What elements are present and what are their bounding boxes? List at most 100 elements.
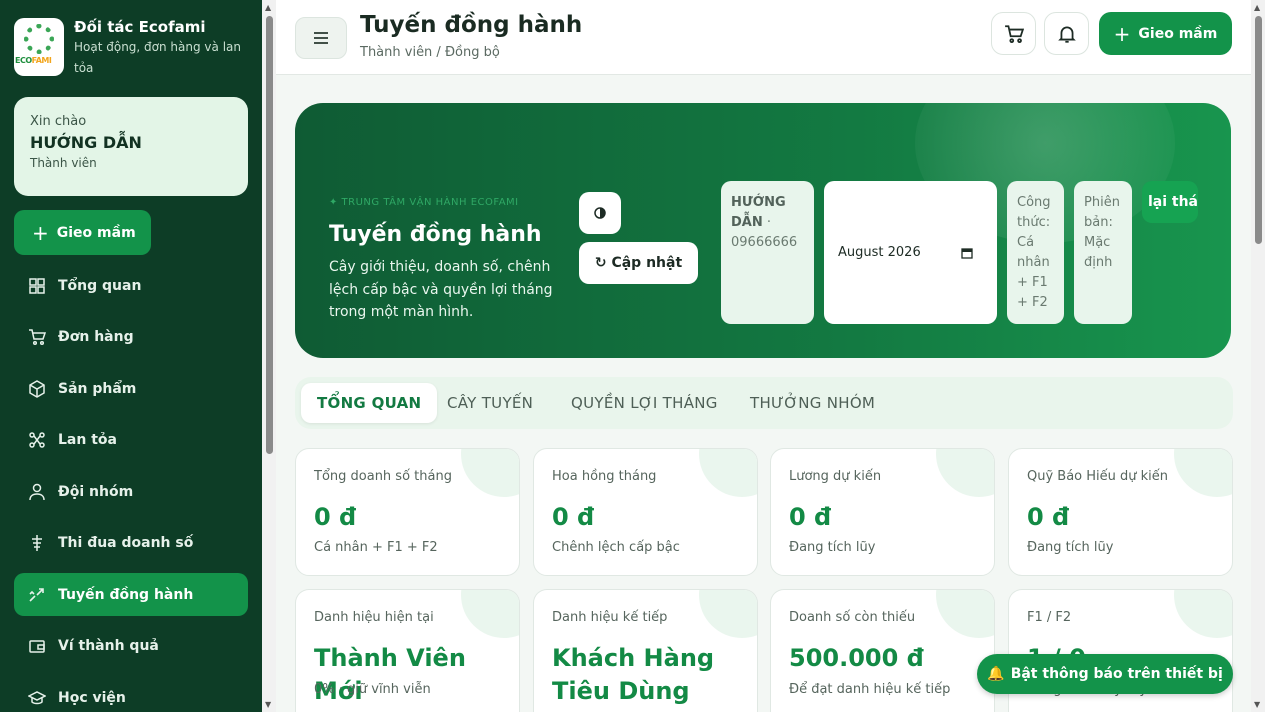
header-cta-label: Gieo mầm bbox=[1138, 25, 1218, 42]
tab-quyen-loi-thang[interactable]: QUYỀN LỢI THÁNG bbox=[571, 383, 718, 423]
brand-subtitle: Hoạt động, đơn hàng và lan tỏa bbox=[74, 40, 241, 75]
bell-icon bbox=[1057, 26, 1076, 43]
scroll-down-arrow[interactable]: ▼ bbox=[1254, 700, 1260, 709]
user-role: Thành viên bbox=[30, 156, 97, 170]
leaf-icon bbox=[24, 24, 54, 54]
sidebar-item-hoc-vien[interactable]: Học viện bbox=[14, 676, 248, 712]
theme-toggle-button[interactable] bbox=[579, 192, 621, 234]
plus-icon: + bbox=[1113, 21, 1131, 46]
sidebar-item-lan-toa[interactable]: Lan tỏa bbox=[14, 419, 248, 462]
cart-button[interactable] bbox=[991, 12, 1036, 55]
stat-card-fund: Quỹ Báo Hiếu dự kiến 0 đ Đang tích lũy bbox=[1008, 448, 1233, 576]
sidebar-item-thi-dua[interactable]: Thi đua doanh số bbox=[14, 522, 248, 565]
refresh-button[interactable]: ↻ Cập nhật bbox=[579, 242, 698, 284]
hero-title: Tuyến đồng hành bbox=[329, 222, 542, 247]
hamburger-icon bbox=[314, 32, 328, 44]
greeting-hello: Xin chào bbox=[30, 114, 87, 129]
sidebar-item-don-hang[interactable]: Đơn hàng bbox=[14, 316, 248, 359]
stat-card-total-sales: Tổng doanh số tháng 0 đ Cá nhân + F1 + F… bbox=[295, 448, 520, 576]
stat-card-current-title: Danh hiệu hiện tại Thành Viên Mới 0% · g… bbox=[295, 589, 520, 712]
hero-description: Cây giới thiệu, doanh số, chênh lệch cấp… bbox=[329, 259, 553, 320]
card-label: Danh hiệu hiện tại bbox=[314, 610, 434, 625]
academy-icon bbox=[28, 689, 46, 707]
cart-icon bbox=[28, 328, 46, 346]
sidebar-item-tuyen-dong-hanh[interactable]: Tuyến đồng hành bbox=[14, 573, 248, 616]
user-name: HƯỚNG DẪN bbox=[30, 133, 142, 152]
page-title: Tuyến đồng hành bbox=[360, 12, 583, 38]
member-name: HƯỚNG DẪN bbox=[731, 195, 786, 230]
card-note: Để đạt danh hiệu kế tiếp bbox=[789, 682, 951, 697]
sidebar-scrollbar[interactable]: ▲ ▼ bbox=[262, 0, 276, 712]
wallet-icon bbox=[28, 637, 46, 655]
card-value: Khách Hàng Tiêu Dùng bbox=[552, 644, 715, 705]
sidebar-gieo-mam-button[interactable]: + Gieo mầm bbox=[14, 210, 151, 255]
sidebar-item-label: Lan tỏa bbox=[58, 432, 117, 448]
recalculate-button[interactable]: h lại thá bbox=[1142, 181, 1198, 223]
logo-text-fami: FAMI bbox=[31, 56, 52, 65]
main-scrollbar[interactable]: ▲ ▼ bbox=[1251, 0, 1265, 712]
sidebar-item-label: Thi đua doanh số bbox=[58, 535, 194, 551]
share-icon bbox=[28, 431, 46, 449]
card-label: F1 / F2 bbox=[1027, 610, 1072, 625]
card-note: Đang tích lũy bbox=[1027, 540, 1114, 555]
grid-icon bbox=[28, 277, 46, 295]
stat-card-sales-missing: Doanh số còn thiếu 500.000 đ Để đạt danh… bbox=[770, 589, 995, 712]
tab-cay-tuyen[interactable]: CÂY TUYẾN bbox=[447, 383, 533, 423]
formula-select[interactable]: Công thức: Cá nhân + F1 + F2 bbox=[1007, 181, 1064, 324]
trophy-icon bbox=[28, 534, 46, 552]
card-value: 0 đ bbox=[552, 503, 595, 531]
breadcrumb: Thành viên / Đồng bộ bbox=[360, 45, 500, 60]
stat-card-salary: Lương dự kiến 0 đ Đang tích lũy bbox=[770, 448, 995, 576]
notifications-button[interactable] bbox=[1044, 12, 1089, 55]
ecofami-logo: ECOFAMI bbox=[14, 18, 64, 76]
sidebar-item-label: Ví thành quả bbox=[58, 638, 159, 654]
card-label: Hoa hồng tháng bbox=[552, 469, 657, 484]
scroll-up-arrow[interactable]: ▲ bbox=[1254, 3, 1260, 12]
sidebar-item-tong-quan[interactable]: Tổng quan bbox=[14, 264, 248, 307]
tab-bar: TỔNG QUAN CÂY TUYẾN QUYỀN LỢI THÁNG THƯỞ… bbox=[295, 377, 1233, 429]
scroll-up-arrow[interactable]: ▲ bbox=[265, 3, 271, 12]
menu-toggle-button[interactable] bbox=[295, 17, 347, 59]
card-label: Lương dự kiến bbox=[789, 469, 882, 484]
card-note: Đang tích lũy bbox=[789, 540, 876, 555]
route-icon bbox=[28, 586, 46, 604]
stat-card-commission: Hoa hồng tháng 0 đ Chênh lệch cấp bậc bbox=[533, 448, 758, 576]
month-picker[interactable]: August 2026 bbox=[824, 181, 997, 324]
sidebar-item-doi-nhom[interactable]: Đội nhóm bbox=[14, 470, 248, 513]
month-value: August 2026 bbox=[838, 244, 921, 260]
scroll-down-arrow[interactable]: ▼ bbox=[265, 700, 271, 709]
logo-text-eco: ECO bbox=[15, 56, 32, 65]
card-note: 0% · giữ vĩnh viễn bbox=[314, 682, 431, 697]
user-icon bbox=[28, 483, 46, 501]
sidebar-item-vi-thanh-qua[interactable]: Ví thành quả bbox=[14, 625, 248, 668]
card-label: Quỹ Báo Hiếu dự kiến bbox=[1027, 469, 1169, 484]
cart-icon bbox=[1004, 24, 1024, 43]
header-gieo-mam-button[interactable]: + Gieo mầm bbox=[1099, 12, 1232, 55]
card-note: Cá nhân + F1 + F2 bbox=[314, 540, 438, 555]
card-label: Doanh số còn thiếu bbox=[789, 610, 916, 625]
contrast-icon bbox=[594, 207, 606, 219]
card-value: 0 đ bbox=[789, 503, 832, 531]
card-value: 500.000 đ bbox=[789, 644, 924, 672]
calendar-icon[interactable] bbox=[961, 247, 973, 259]
sidebar-item-label: Tuyến đồng hành bbox=[58, 586, 194, 603]
card-label: Tổng doanh số tháng bbox=[314, 469, 452, 484]
stat-card-next-title: Danh hiệu kế tiếp Khách Hàng Tiêu Dùng bbox=[533, 589, 758, 712]
tab-tong-quan[interactable]: TỔNG QUAN bbox=[301, 383, 438, 423]
sidebar-item-label: Sản phẩm bbox=[58, 380, 137, 397]
top-header: Tuyến đồng hành Thành viên / Đồng bộ + G… bbox=[276, 0, 1251, 75]
main-scroll-thumb[interactable] bbox=[1255, 16, 1262, 244]
brand-title: Đối tác Ecofami bbox=[74, 18, 206, 36]
sidebar-scroll-thumb[interactable] bbox=[266, 16, 273, 454]
brand: ECOFAMI Đối tác Ecofami Hoạt động, đơn h… bbox=[14, 18, 252, 79]
sidebar-item-san-pham[interactable]: Sản phẩm bbox=[14, 367, 248, 410]
sidebar-nav: Tổng quan Đơn hàng Sản phẩm Lan tỏa Đội … bbox=[14, 264, 248, 712]
enable-notifications-button[interactable]: 🔔 Bật thông báo trên thiết bị bbox=[977, 654, 1233, 694]
version-select[interactable]: Phiên bản: Mặc định bbox=[1074, 181, 1132, 324]
sidebar-cta-label: Gieo mầm bbox=[56, 224, 136, 241]
sidebar: ECOFAMI Đối tác Ecofami Hoạt động, đơn h… bbox=[0, 0, 262, 712]
card-value: 0 đ bbox=[1027, 503, 1070, 531]
card-label: Danh hiệu kế tiếp bbox=[552, 610, 668, 625]
member-select[interactable]: HƯỚNG DẪN · 09666666 bbox=[721, 181, 814, 324]
tab-thuong-nhom[interactable]: THƯỞNG NHÓM bbox=[750, 383, 875, 423]
